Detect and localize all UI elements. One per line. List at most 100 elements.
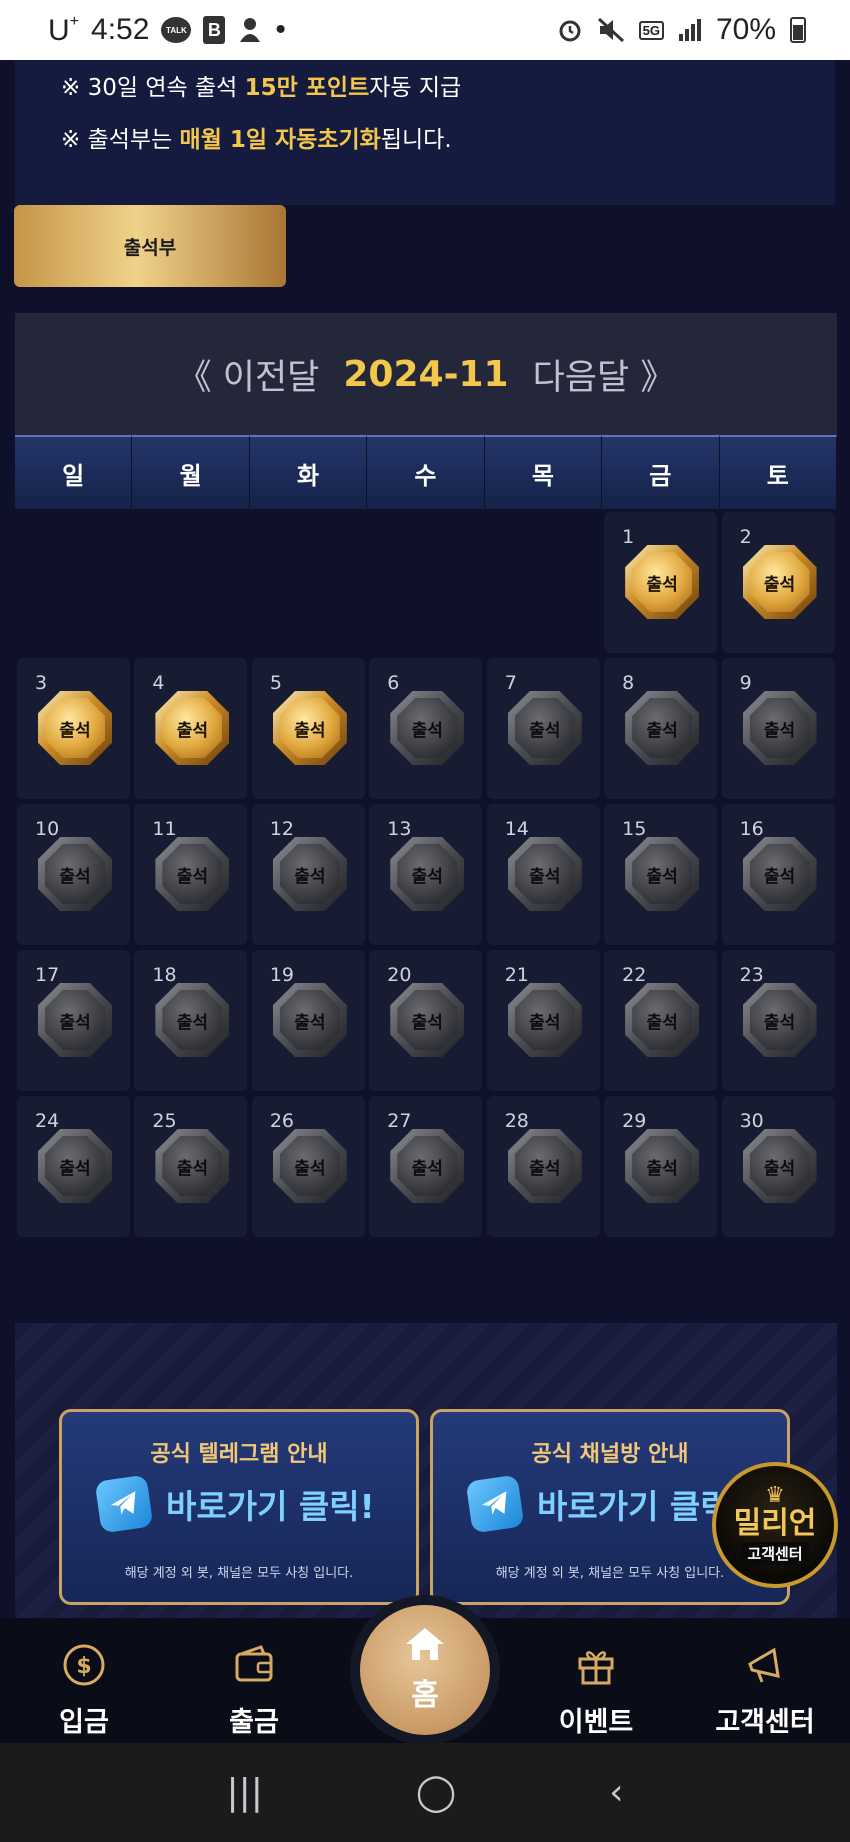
attendance-stamp-unchecked-icon: 출석 <box>38 837 112 911</box>
gift-icon <box>573 1638 619 1692</box>
attendance-stamp-unchecked-icon: 출석 <box>625 983 700 1057</box>
day-number: 8 <box>622 672 635 694</box>
calendar-day-cell[interactable]: 16 출석 <box>721 804 835 945</box>
stamp-label: 출석 <box>514 844 575 904</box>
telegram-icon <box>465 1474 525 1534</box>
attendance-stamp-unchecked-icon: 출석 <box>507 837 582 911</box>
status-bar: U+ 4:52 TALK B • 5G 70% <box>0 0 850 60</box>
attendance-stamp-checked-icon: 출석 <box>38 691 112 765</box>
nav-event[interactable]: 이벤트 <box>536 1638 656 1739</box>
stamp-label: 출석 <box>749 990 810 1050</box>
more-notifications-dot: • <box>275 13 286 46</box>
calendar-day-cell[interactable]: 2 출석 <box>721 512 835 653</box>
stamp-label: 출석 <box>632 552 693 612</box>
attendance-book-button[interactable]: 출석부 <box>14 205 286 287</box>
stamp-label: 출석 <box>45 844 105 904</box>
day-number: 15 <box>622 818 647 840</box>
weekday-wed: 수 <box>367 435 485 509</box>
calendar-day-cell[interactable]: 26 출석 <box>251 1096 365 1237</box>
calendar-day-cell[interactable]: 21 출석 <box>486 950 600 1091</box>
next-month-button[interactable]: 다음달 》 <box>533 349 676 400</box>
b-app-icon: B <box>203 16 226 44</box>
nav-withdraw[interactable]: 출금 <box>194 1638 314 1739</box>
calendar-day-cell[interactable]: 6 출석 <box>369 658 483 799</box>
attendance-stamp-unchecked-icon: 출석 <box>742 1129 817 1203</box>
stamp-label: 출석 <box>162 1136 223 1196</box>
support-badge-sub: 고객센터 <box>741 1541 809 1565</box>
stamp-label: 출석 <box>749 552 810 612</box>
stamp-label: 출석 <box>397 1136 458 1196</box>
wallet-icon <box>231 1638 277 1692</box>
attendance-stamp-unchecked-icon: 출석 <box>155 1129 230 1203</box>
day-number: 28 <box>504 1110 529 1132</box>
attendance-stamp-unchecked-icon: 출석 <box>390 837 465 911</box>
calendar-day-cell[interactable]: 8 출석 <box>604 658 718 799</box>
carrier-label: U+ <box>48 12 80 47</box>
calendar-day-cell[interactable]: 13 출석 <box>369 804 483 945</box>
calendar-day-cell[interactable]: 22 출석 <box>604 950 718 1091</box>
stamp-label: 출석 <box>632 698 693 758</box>
stamp-label: 출석 <box>279 698 340 758</box>
nav-label: 고객센터 <box>715 1707 815 1738</box>
telegram-icon <box>94 1474 154 1534</box>
calendar-day-cell[interactable]: 27 출석 <box>369 1096 483 1237</box>
calendar-day-cell[interactable]: 18 출석 <box>134 950 248 1091</box>
home-icon <box>404 1626 446 1666</box>
attendance-stamp-unchecked-icon: 출석 <box>390 691 465 765</box>
attendance-stamp-checked-icon: 출석 <box>155 691 230 765</box>
signal-icon <box>678 18 702 42</box>
nav-home-button[interactable]: 홈 <box>360 1605 490 1735</box>
calendar-day-cell[interactable]: 10 출석 <box>17 804 130 945</box>
calendar-day-cell[interactable]: 20 출석 <box>369 950 483 1091</box>
stamp-label: 출석 <box>162 844 223 904</box>
stamp-label: 출석 <box>45 1136 105 1196</box>
attendance-stamp-unchecked-icon: 출석 <box>625 1129 700 1203</box>
calendar-day-cell[interactable]: 14 출석 <box>486 804 600 945</box>
stamp-label: 출석 <box>514 990 575 1050</box>
nav-deposit[interactable]: $ 입금 <box>24 1638 144 1739</box>
calendar-day-cell[interactable]: 11 출석 <box>134 804 248 945</box>
calendar-day-cell[interactable]: 4 출석 <box>134 658 248 799</box>
calendar-day-cell[interactable]: 23 출석 <box>721 950 835 1091</box>
calendar-day-cell[interactable]: 1 출석 <box>604 512 718 653</box>
calendar-day-cell[interactable]: 29 출석 <box>604 1096 718 1237</box>
calendar-day-cell[interactable]: 28 출석 <box>486 1096 600 1237</box>
stamp-label: 출석 <box>162 698 223 758</box>
attendance-stamp-unchecked-icon: 출석 <box>625 691 700 765</box>
attendance-stamp-unchecked-icon: 출석 <box>155 983 230 1057</box>
nav-support[interactable]: 고객센터 <box>705 1638 825 1739</box>
day-number: 12 <box>269 818 295 840</box>
calendar-day-cell[interactable]: 30 출석 <box>721 1096 835 1237</box>
nav-label: 출금 <box>229 1707 279 1738</box>
calendar-day-cell[interactable]: 9 출석 <box>721 658 835 799</box>
attendance-info-panel: ※ 30일 연속 출석 15만 포인트자동 지급 ※ 출석부는 매월 1일 자동… <box>15 60 835 205</box>
calendar-day-cell[interactable]: 24 출석 <box>17 1096 130 1237</box>
customer-support-badge[interactable]: ♛ 밀리언 고객센터 <box>712 1462 838 1588</box>
recent-apps-icon[interactable]: ||| <box>226 1772 262 1813</box>
stamp-label: 출석 <box>45 990 105 1050</box>
day-number: 16 <box>739 818 764 840</box>
prev-month-button[interactable]: 《 이전달 <box>177 349 320 400</box>
dollar-coin-icon: $ <box>61 1638 107 1692</box>
attendance-stamp-unchecked-icon: 출석 <box>742 983 817 1057</box>
calendar-day-cell[interactable]: 3 출석 <box>17 658 130 799</box>
telegram-banner[interactable]: 공식 텔레그램 안내 바로가기 클릭! 해당 계정 외 봇, 채널은 모두 사칭… <box>59 1409 419 1605</box>
back-icon[interactable]: ‹ <box>609 1772 623 1813</box>
calendar-day-cell[interactable]: 7 출석 <box>486 658 600 799</box>
calendar-day-cell[interactable]: 15 출석 <box>604 804 718 945</box>
stamp-label: 출석 <box>632 844 693 904</box>
attendance-stamp-unchecked-icon: 출석 <box>625 837 700 911</box>
crown-icon: ♛ <box>765 1483 785 1509</box>
calendar-day-cell[interactable]: 25 출석 <box>134 1096 248 1237</box>
calendar-day-cell[interactable]: 5 출석 <box>251 658 365 799</box>
attendance-stamp-unchecked-icon: 출석 <box>742 837 817 911</box>
support-badge-name: 밀리언 <box>733 1506 817 1542</box>
home-circle-icon[interactable]: ◯ <box>416 1772 456 1813</box>
calendar-day-cell[interactable]: 12 출석 <box>251 804 365 945</box>
stamp-label: 출석 <box>397 698 458 758</box>
day-number: 2 <box>739 526 752 548</box>
calendar-day-cell[interactable]: 17 출석 <box>17 950 130 1091</box>
attendance-stamp-unchecked-icon: 출석 <box>390 983 465 1057</box>
weekday-fri: 금 <box>602 435 720 509</box>
calendar-day-cell[interactable]: 19 출석 <box>251 950 365 1091</box>
